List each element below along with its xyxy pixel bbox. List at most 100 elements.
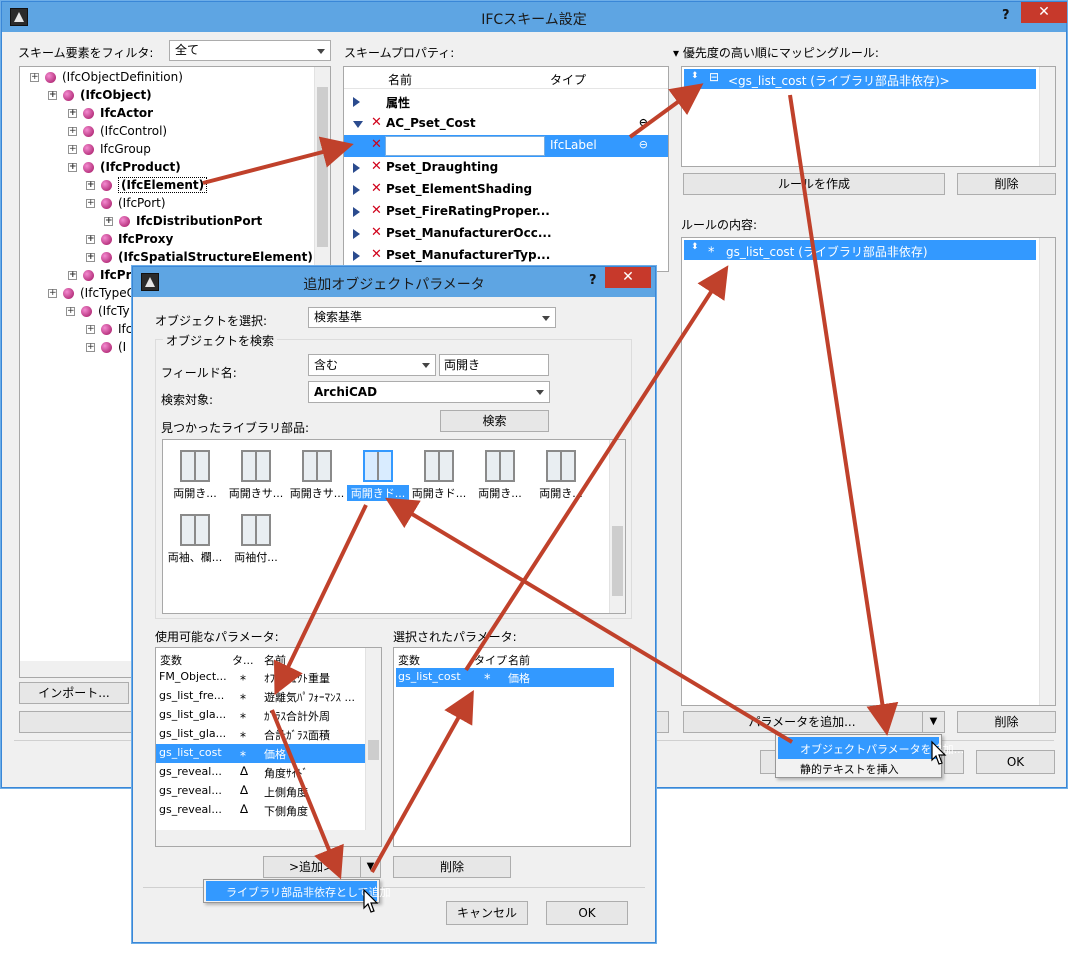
field-text-input[interactable]: 両開き [439,354,549,376]
grid-scroll-thumb[interactable] [612,526,623,596]
library-part-thumb[interactable]: 両開き... [530,450,592,501]
expand-toggle-icon[interactable]: + [86,253,95,262]
search-target-value: ArchiCAD [314,385,378,399]
content-item[interactable]: ⬍ ⁎ gs_list_cost (ライブラリ部品非依存) [684,240,1036,260]
tree-scroll-thumb[interactable] [317,87,328,247]
select-object-combo[interactable]: 検索基準 [308,307,556,328]
props-header-name: 名前 [388,73,413,87]
help-icon[interactable]: ? [589,273,597,288]
available-header-var: 変数 [160,654,182,667]
expand-toggle-icon[interactable]: + [86,181,95,190]
available-scroll-thumb[interactable] [368,740,379,760]
expand-arrow-icon[interactable] [353,97,360,107]
parameter-type-icon: ⁎ [708,241,715,256]
ifc-entity-icon [83,144,94,155]
field-text-value: 両開き [444,358,481,372]
add-param-button[interactable]: >追加> ▼ [263,856,381,878]
main-ok-button[interactable]: OK [976,750,1055,774]
expand-arrow-icon[interactable] [353,207,360,217]
available-param-row[interactable]: gs_reveal... ∆ 角度ｻｲﾄﾞ [156,763,365,782]
library-part-thumb[interactable]: 両開きサ... [225,450,287,501]
library-part-label: 両開きド... [411,487,467,500]
expand-arrow-icon[interactable] [353,163,360,173]
props-header: 名前 タイプ [344,67,668,89]
library-part-thumb[interactable]: 両開き... [469,450,531,501]
expand-toggle-icon[interactable]: + [86,235,95,244]
add-parameter-button[interactable]: パラメータを追加... ▼ [683,711,945,733]
expand-toggle-icon[interactable]: + [86,343,95,352]
dropdown-arrow-icon[interactable]: ▼ [360,857,380,877]
expand-toggle-icon[interactable]: + [66,307,75,316]
available-param-row[interactable]: gs_list_fre... ⁎ 遊離気ﾊﾟﾌｫｰﾏﾝｽ ... [156,687,365,706]
expand-toggle-icon[interactable]: + [48,91,57,100]
help-icon[interactable]: ? [1002,8,1010,23]
library-part-thumb[interactable]: 両袖付... [225,514,287,565]
expand-toggle-icon[interactable]: + [68,109,77,118]
scheme-prop-row[interactable]: ✕ AC_Pset_Cost ⊖ [344,113,668,135]
available-hscrollbar[interactable] [156,830,381,846]
parameter-type-icon: ∆ [240,802,249,816]
dialog-titlebar: 追加オブジェクトパラメータ ? ✕ [133,267,655,297]
available-param-row[interactable]: gs_reveal... ∆ 下側角度 [156,801,365,820]
menu-add-object-parameter[interactable]: オブジェクトパラメータを追加... [778,737,964,759]
expand-toggle-icon[interactable]: + [68,127,77,136]
library-part-thumb[interactable]: 両袖、欄... [164,514,226,565]
scheme-prop-row[interactable]: ✕ Pset_ManufacturerOcc... [344,223,668,245]
rule-item[interactable]: ⬍ ⊟ <gs_list_cost (ライブラリ部品非依存)> [684,69,1036,89]
scheme-prop-row[interactable]: ✕ Pset_FireRatingProper... [344,201,668,223]
filter-select[interactable]: 全て [169,40,331,61]
ifc-entity-icon [83,162,94,173]
rules-scrollbar[interactable] [1039,67,1055,166]
scheme-prop-row[interactable]: ✕ Pset_ElementShading [344,179,668,201]
library-part-thumb[interactable]: 両開き... [164,450,226,501]
dialog-cancel-button[interactable]: キャンセル [446,901,528,925]
library-part-label: 両開き... [539,487,583,500]
scheme-prop-row[interactable]: ✕ Cost IfcLabel ⊖ [344,135,668,157]
search-target-combo[interactable]: ArchiCAD [308,381,550,403]
selected-param-row[interactable]: gs_list_cost ⁎ 価格 [396,668,614,687]
remove-param-button[interactable]: 削除 [393,856,511,878]
expand-toggle-icon[interactable]: + [68,163,77,172]
menu-add-library-independent[interactable]: ライブラリ部品非依存として追加 [206,881,391,901]
param-var: FM_Object... [159,670,227,683]
expand-toggle-icon[interactable]: + [68,145,77,154]
parameter-type-icon: ∆ [240,764,249,778]
search-button[interactable]: 検索 [440,410,549,432]
scheme-prop-row[interactable]: ✕ Pset_Draughting [344,157,668,179]
search-target-label: 検索対象: [161,393,214,407]
expand-toggle-icon[interactable]: + [104,217,113,226]
dialog-close-button[interactable]: ✕ [605,267,651,288]
expand-toggle-icon[interactable]: + [68,271,77,280]
field-operator-combo[interactable]: 含む [308,354,436,376]
delete-rule-button[interactable]: 削除 [957,173,1056,195]
expand-toggle-icon[interactable]: + [86,325,95,334]
content-scrollbar[interactable] [1039,238,1055,705]
available-param-row[interactable]: gs_list_gla... ⁎ ｶﾞﾗｽ合計外周 [156,706,365,725]
door-icon [241,450,271,482]
available-param-row[interactable]: gs_reveal... ∆ 上側角度 [156,782,365,801]
dialog-ok-button[interactable]: OK [546,901,628,925]
available-param-row[interactable]: FM_Object... ⁎ ｵﾌﾞｼﾞｪｸﾄ重量 [156,668,365,687]
available-param-row[interactable]: gs_list_cost ⁎ 価格 [156,744,365,763]
library-part-thumb[interactable]: 両開きド... [347,450,409,501]
dropdown-arrow-icon[interactable]: ▼ [922,712,944,732]
available-scrollbar[interactable] [365,648,381,830]
scheme-prop-row[interactable]: ✕ Pset_ManufacturerTyp... [344,245,668,267]
scheme-prop-row[interactable]: 属性 [344,91,668,113]
expand-toggle-icon[interactable]: + [30,73,39,82]
delete-content-button[interactable]: 削除 [957,711,1056,733]
expand-arrow-icon[interactable] [353,185,360,195]
library-part-thumb[interactable]: 両開きサ... [286,450,348,501]
main-close-button[interactable]: ✕ [1021,2,1067,23]
expand-arrow-icon[interactable] [353,229,360,239]
import-button[interactable]: インポート... [19,682,129,704]
expand-toggle-icon[interactable]: + [86,199,95,208]
grid-scrollbar[interactable] [609,440,625,613]
expand-toggle-icon[interactable]: + [48,289,57,298]
menu-insert-static-text[interactable]: 静的テキストを挿入 [778,757,939,779]
library-part-thumb[interactable]: 両開きド... [408,450,470,501]
expand-arrow-icon[interactable] [353,251,360,261]
collapse-arrow-icon[interactable] [353,121,363,128]
create-rule-button[interactable]: ルールを作成 [683,173,945,195]
available-param-row[interactable]: gs_list_gla... ⁎ 合計ｶﾞﾗｽ面積 [156,725,365,744]
